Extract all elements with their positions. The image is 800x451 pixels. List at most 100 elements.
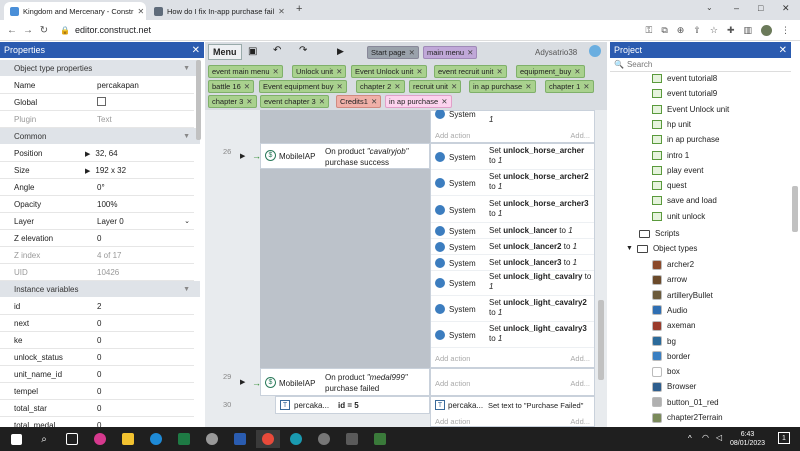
external-icon[interactable]: ⧉ (661, 25, 667, 36)
share-icon[interactable]: ⇪ (693, 25, 701, 36)
user-name[interactable]: Adysatrio38 (535, 48, 577, 57)
tree-event-sheet[interactable]: unit unlock (652, 209, 705, 224)
prop-row[interactable]: Angle 0° (0, 179, 194, 196)
add-action-faded[interactable]: Add... (570, 379, 590, 388)
add-action-link[interactable]: Add action (435, 354, 470, 363)
tree-event-sheet[interactable]: quest (652, 178, 687, 193)
prop-row[interactable]: total_star 0 (0, 400, 194, 417)
project-search[interactable]: 🔍 (610, 58, 791, 72)
edge-icon[interactable] (144, 430, 168, 448)
prop-row[interactable]: Size ▶ 192 x 32 (0, 162, 194, 179)
settings-gear-icon[interactable] (200, 430, 224, 448)
close-tab-icon[interactable]: ✕ (274, 7, 285, 16)
tree-event-sheet[interactable]: Event Unlock unit (652, 102, 729, 117)
tab-in-ap-purchase-active[interactable]: in ap purchase ✕ (385, 95, 452, 108)
tree-event-sheet[interactable]: save and load (652, 193, 717, 208)
excel-icon[interactable] (172, 430, 196, 448)
tree-event-sheet[interactable]: event tutorial9 (652, 86, 717, 101)
play-icon[interactable]: ▶ (337, 46, 344, 57)
tree-object-type[interactable]: arrow (652, 272, 687, 287)
collapse-arrow-icon[interactable]: ▶ (240, 152, 245, 160)
browser-tab[interactable]: How do I fix In-app purchase fail ✕ (148, 2, 290, 20)
prop-row[interactable]: unit_name_id 0 (0, 366, 194, 383)
tree-event-sheet[interactable]: hp unit (652, 117, 691, 132)
prop-row[interactable]: next 0 (0, 315, 194, 332)
layer-select[interactable]: Layer 0 (85, 217, 194, 226)
action-row[interactable]: System Set unlock_light_cavalry to 1 (431, 270, 594, 296)
action-row[interactable]: System Set unlock_light_cavalry2 to 1 (431, 296, 594, 322)
expand-down-icon[interactable]: ▼ (626, 245, 633, 252)
zoom-icon[interactable]: ⊕ (677, 25, 685, 36)
tab-chapter-1[interactable]: chapter 1 ✕ (545, 80, 594, 93)
word-icon[interactable] (228, 430, 252, 448)
event-26[interactable] (260, 143, 430, 368)
prop-row[interactable]: Layer Layer 0 ⌄ (0, 213, 194, 230)
properties-scrollbar[interactable] (196, 60, 201, 140)
prop-row[interactable]: Z elevation 0 (0, 230, 194, 247)
tree-event-sheet[interactable]: event tutorial8 (652, 71, 717, 86)
project-scrollbar[interactable] (792, 186, 798, 232)
close-properties-icon[interactable]: ✕ (192, 45, 200, 56)
tab-chapter-3[interactable]: chapter 3 ✕ (208, 95, 257, 108)
action-row[interactable]: System Set unlock_horse_archer2 to 1 (431, 170, 594, 196)
condition-row[interactable]: → $ MobileIAP On product "medal999" purc… (252, 368, 430, 396)
expand-arrow-icon[interactable]: ▶ (85, 168, 90, 175)
tree-object-type[interactable]: bg (652, 334, 676, 349)
new-tab-button[interactable]: + (296, 3, 302, 15)
tree-object-type[interactable]: axeman (652, 318, 695, 333)
prop-row[interactable]: ke 0 (0, 332, 194, 349)
action-row[interactable]: System Set unlock_horse_archer3 to 1 (431, 197, 594, 223)
menu-button[interactable]: Menu (208, 44, 242, 60)
add-action-link[interactable]: Add action (435, 417, 470, 426)
tree-object-type[interactable]: archer2 (652, 257, 694, 272)
tree-object-type[interactable]: artilleryBullet (652, 288, 713, 303)
sidebar-icon[interactable]: ▥ (743, 25, 752, 36)
section-common[interactable]: Common ▼ (0, 128, 200, 144)
tree-object-type[interactable]: border (652, 349, 690, 364)
add-action-faded[interactable]: Add... (570, 354, 590, 363)
condition-row[interactable]: → $ MobileIAP On product "cavalryjob" pu… (252, 143, 430, 169)
tree-object-type[interactable]: chapter2Terrain (652, 410, 723, 425)
tree-scripts-folder[interactable]: Scripts (639, 226, 679, 241)
app-icon[interactable] (284, 430, 308, 448)
app-icon[interactable] (340, 430, 364, 448)
puzzle-icon[interactable]: ✚ (727, 25, 735, 36)
browser-tab-active[interactable]: Kingdom and Mercenary - Constr ✕ (4, 2, 146, 20)
prop-row[interactable]: id 2 (0, 298, 194, 315)
tree-object-type[interactable]: box (652, 364, 680, 379)
wifi-icon[interactable]: ◠ (702, 433, 709, 442)
app-icon[interactable] (368, 430, 392, 448)
redo-icon[interactable]: ↷ (299, 45, 307, 56)
add-action-link[interactable]: Add action (435, 379, 470, 388)
action-row[interactable]: System Set unlock_lancer3 to 1 (431, 255, 594, 271)
app-icon[interactable] (88, 430, 112, 448)
prop-row[interactable]: total_medal 0 (0, 417, 194, 428)
save-icon[interactable]: ▣ (248, 46, 257, 57)
minimize-button[interactable]: – (734, 3, 739, 13)
prop-row[interactable]: tempel 0 (0, 383, 194, 400)
tray-chevron-icon[interactable]: ^ (688, 434, 692, 443)
global-checkbox[interactable] (97, 96, 106, 106)
prop-row[interactable]: Position ▶ 32, 64 (0, 145, 194, 162)
tab-search-chevron-icon[interactable]: ⌄ (706, 3, 713, 12)
tree-event-sheet[interactable]: intro 1 (652, 148, 689, 163)
notification-icon[interactable]: 1 (778, 432, 790, 444)
action-row[interactable]: System (435, 110, 476, 119)
star-icon[interactable]: ☆ (710, 25, 718, 36)
tree-event-sheet[interactable]: play event (652, 163, 703, 178)
event-conditions-block[interactable] (260, 110, 430, 143)
url-field[interactable]: 🔒 editor.construct.net (60, 25, 151, 35)
tree-object-type[interactable]: button_01_red (652, 395, 719, 410)
tab-unlock-unit[interactable]: Unlock unit ✕ (292, 65, 347, 78)
tab-in-ap-purchase-1[interactable]: in ap purchase ✕ (469, 80, 536, 93)
collapse-arrow-icon[interactable]: ▶ (240, 378, 245, 386)
search-input[interactable] (626, 60, 777, 69)
chevron-down-icon[interactable]: ⌄ (184, 217, 190, 225)
undo-icon[interactable]: ↶ (273, 45, 281, 56)
prop-row[interactable]: Opacity 100% (0, 196, 194, 213)
volume-icon[interactable]: ◁ (716, 433, 722, 442)
tree-object-types-folder[interactable]: ▼ Object types (626, 241, 697, 256)
tab-main-menu[interactable]: main menu ✕ (423, 46, 478, 59)
tab-equipment-buy[interactable]: equipment_buy ✕ (516, 65, 585, 78)
tab-start-page[interactable]: Start page ✕ (367, 46, 419, 59)
